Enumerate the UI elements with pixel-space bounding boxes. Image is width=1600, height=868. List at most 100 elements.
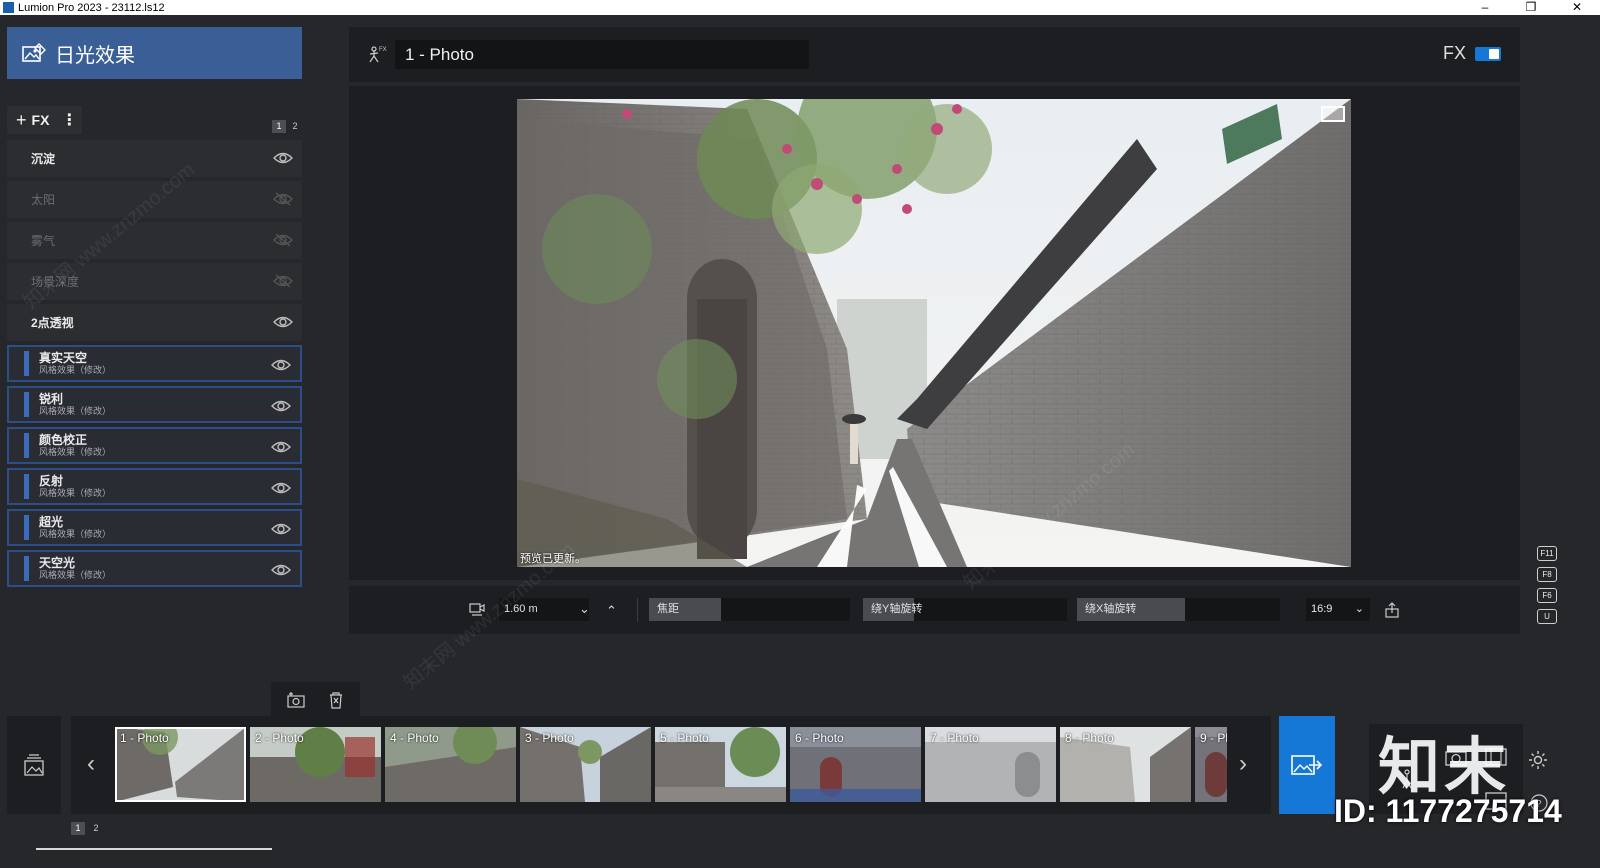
close-button[interactable]: ✕ xyxy=(1554,0,1600,15)
hotkey-column: F11 F8 F6 U xyxy=(1537,546,1559,630)
photo-mode-icon[interactable] xyxy=(1399,768,1423,790)
rotate-y-slider[interactable]: 绕Y轴旋转 xyxy=(863,598,1067,621)
share-export-icon[interactable] xyxy=(1385,602,1399,618)
filmstrip-prev-button[interactable]: ‹ xyxy=(87,750,95,778)
fx-item-label: 超光 xyxy=(39,515,64,529)
filmstrip-page-2[interactable]: 2 xyxy=(89,822,103,835)
thumbnail-label: 7 - Photo xyxy=(930,731,979,745)
eye-icon[interactable] xyxy=(271,398,291,414)
fx-item-label: 颜色校正 xyxy=(39,433,88,447)
hotkey-f11[interactable]: F11 xyxy=(1537,546,1557,561)
thumbnail-label: 9 - Ph xyxy=(1200,731,1227,745)
fx-item-reflection[interactable]: 反射 风格效果（修改） xyxy=(7,468,302,505)
fx-toolbar: + FX ⋮ 1 2 xyxy=(7,106,302,134)
hotkey-f8[interactable]: F8 xyxy=(1537,567,1557,582)
thumbnail-photo-9[interactable]: 9 - Ph xyxy=(1195,727,1227,802)
filmstrip-page-1[interactable]: 1 xyxy=(71,822,85,835)
help-icon[interactable]: ? xyxy=(1530,794,1548,812)
title-bar: Lumion Pro 2023 - 23112.ls12 – ❐ ✕ xyxy=(0,0,1600,15)
photo-camera-fx-icon: FX xyxy=(369,46,387,63)
fx-item-label: 太阳 xyxy=(31,193,56,207)
fx-page-1[interactable]: 1 xyxy=(272,120,286,133)
hotkey-f6[interactable]: F6 xyxy=(1537,588,1557,603)
eye-icon[interactable] xyxy=(271,357,291,373)
delete-photo-icon[interactable] xyxy=(327,691,345,709)
thumbnail-photo-2[interactable]: 2 - Photo xyxy=(250,727,381,802)
thumbnail-photo-1[interactable]: 1 - Photo xyxy=(115,727,246,802)
eye-off-icon[interactable] xyxy=(273,273,293,289)
filmstrip-next-button[interactable]: › xyxy=(1239,750,1247,778)
hotkey-u[interactable]: U xyxy=(1537,609,1557,624)
eye-icon[interactable] xyxy=(271,439,291,455)
style-accent-bar xyxy=(24,556,29,581)
camera-height-icon xyxy=(469,603,485,616)
photo-stack-icon xyxy=(24,754,44,776)
thumbnail-photo-8[interactable]: 8 - Photo xyxy=(1060,727,1191,802)
photo-set-button[interactable] xyxy=(7,716,61,814)
panorama-icon[interactable] xyxy=(1485,792,1507,810)
camera-controls-bar: 1.60 m ⌄ ⌃ 焦距 绕Y轴旋转 绕X轴旋转 16:9 ⌄ xyxy=(349,586,1520,634)
thumbnail-photo-4[interactable]: 4 - Photo xyxy=(385,727,516,802)
add-fx-button[interactable]: + FX ⋮ xyxy=(7,106,82,134)
filmstrip-scrollbar[interactable] xyxy=(36,848,272,850)
style-accent-bar xyxy=(24,433,29,458)
render-photo-button[interactable] xyxy=(1279,716,1335,814)
minimize-button[interactable]: – xyxy=(1462,0,1508,15)
thumbnail-photo-3[interactable]: 3 - Photo xyxy=(520,727,651,802)
thumbnail-label: 2 - Photo xyxy=(255,731,304,745)
camera-icon[interactable] xyxy=(1445,748,1467,766)
photo-effects-header[interactable]: 日光效果 xyxy=(7,27,302,79)
eye-off-icon[interactable] xyxy=(273,232,293,248)
rotate-x-slider[interactable]: 绕X轴旋转 xyxy=(1077,598,1280,621)
window-title: Lumion Pro 2023 - 23112.ls12 xyxy=(18,1,165,14)
fx-item-sublabel: 风格效果（修改） xyxy=(39,365,112,375)
fx-item-label: 真实天空 xyxy=(39,351,88,365)
fx-item-color-correction[interactable]: 颜色校正 风格效果（修改） xyxy=(7,427,302,464)
restore-button[interactable]: ❐ xyxy=(1508,0,1554,15)
aspect-ratio-select[interactable]: 16:9 ⌄ xyxy=(1306,598,1370,621)
thumbnail-list: 1 - Photo 2 - Photo 4 - Photo 3 - Photo … xyxy=(115,727,1227,802)
fx-item-real-sky[interactable]: 真实天空 风格效果（修改） xyxy=(7,345,302,382)
photo-top-bar: FX 1 - Photo FX xyxy=(349,27,1520,82)
eye-icon[interactable] xyxy=(273,314,293,330)
settings-gear-icon[interactable] xyxy=(1528,750,1548,770)
style-accent-bar xyxy=(24,392,29,417)
eye-icon[interactable] xyxy=(271,562,291,578)
slider-label: 绕Y轴旋转 xyxy=(871,603,923,615)
add-fx-label: FX xyxy=(31,112,50,128)
style-accent-bar xyxy=(24,351,29,376)
fx-item-label: 反射 xyxy=(39,474,64,488)
eye-off-icon[interactable] xyxy=(273,191,293,207)
render-preview-image[interactable]: 预览已更新。 xyxy=(517,99,1351,567)
eye-icon[interactable] xyxy=(271,521,291,537)
fullscreen-preview-icon[interactable] xyxy=(1321,106,1345,122)
fx-item-fog[interactable]: 雾气 xyxy=(7,222,302,259)
fx-item-skylight[interactable]: 天空光 风格效果（修改） xyxy=(7,550,302,587)
chevron-up-icon[interactable]: ⌃ xyxy=(606,603,617,619)
thumbnail-photo-6[interactable]: 6 - Photo xyxy=(790,727,921,802)
fx-page-2[interactable]: 2 xyxy=(288,120,302,133)
thumbnail-photo-7[interactable]: 7 - Photo xyxy=(925,727,1056,802)
render-viewport[interactable]: 预览已更新。 xyxy=(349,86,1520,580)
fx-item-label: 雾气 xyxy=(31,234,56,248)
fx-item-sharpen[interactable]: 锐利 风格效果（修改） xyxy=(7,386,302,423)
more-options-icon[interactable]: ⋮ xyxy=(61,110,77,130)
photo-name-field[interactable]: 1 - Photo xyxy=(395,40,809,69)
fx-item-sun[interactable]: 太阳 xyxy=(7,181,302,218)
eye-icon[interactable] xyxy=(273,150,293,166)
add-camera-icon[interactable] xyxy=(287,691,305,709)
fx-item-hyperlight[interactable]: 超光 风格效果（修改） xyxy=(7,509,302,546)
eye-icon[interactable] xyxy=(271,480,291,496)
fx-item-sediment[interactable]: 沉淀 xyxy=(7,140,302,177)
style-accent-bar xyxy=(24,474,29,499)
thumbnail-photo-5[interactable]: 5 - Photo xyxy=(655,727,786,802)
fx-toggle-switch[interactable] xyxy=(1475,47,1501,61)
window-controls: – ❐ ✕ xyxy=(1462,0,1600,15)
fx-item-label: 2点透视 xyxy=(31,316,74,330)
chevron-down-icon[interactable]: ⌄ xyxy=(579,601,590,617)
focal-length-slider[interactable]: 焦距 xyxy=(649,598,850,621)
camera-height-field[interactable]: 1.60 m xyxy=(499,598,589,621)
movie-icon[interactable] xyxy=(1485,748,1507,766)
fx-item-depth-of-field[interactable]: 场景深度 xyxy=(7,263,302,300)
fx-item-two-point-perspective[interactable]: 2点透视 xyxy=(7,304,302,341)
